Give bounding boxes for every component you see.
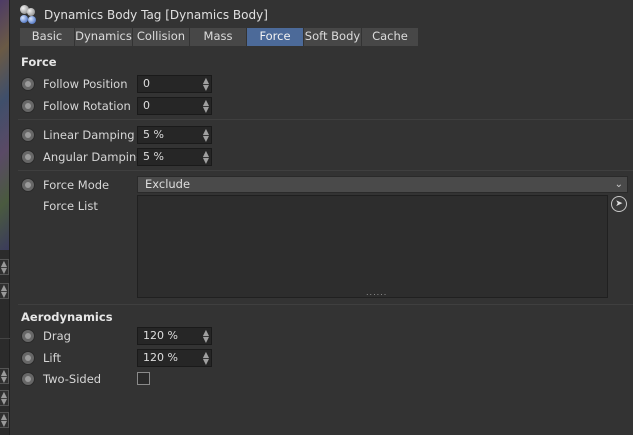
param-follow-rotation: Follow Rotation [21, 97, 136, 115]
param-label: Follow Rotation [43, 99, 131, 113]
param-follow-position: Follow Position [21, 75, 136, 93]
spinner-arrows-icon[interactable]: ▲ ▼ [0, 259, 9, 275]
tab-basic[interactable]: Basic [20, 28, 75, 46]
field-value: 120 % [143, 329, 178, 342]
spinner-arrows-icon[interactable]: ▲ ▼ [0, 283, 9, 299]
two-sided-checkbox[interactable] [137, 372, 150, 385]
param-label: Linear Damping [43, 128, 135, 142]
param-lift: Lift [21, 349, 136, 367]
divider [18, 119, 633, 120]
param-label: Follow Position [43, 77, 128, 91]
tab-collision[interactable]: Collision [133, 28, 190, 46]
param-drag: Drag [21, 327, 136, 345]
param-angular-damping: Angular Damping [21, 148, 144, 166]
divider [18, 170, 633, 171]
force-mode-dropdown[interactable]: Exclude ⌄ [137, 176, 628, 193]
tab-soft-body[interactable]: Soft Body [304, 28, 362, 46]
follow-position-field[interactable]: 0 ▲ ▼ [137, 75, 212, 93]
pick-object-icon[interactable]: ➤ [611, 196, 627, 212]
param-two-sided: Two-Sided [21, 370, 136, 388]
animate-radio-icon[interactable] [21, 99, 35, 113]
field-value: 0 [143, 77, 150, 90]
spinner-arrows-icon[interactable]: ▲ ▼ [202, 99, 210, 114]
animate-radio-icon[interactable] [21, 351, 35, 365]
param-label: Drag [43, 329, 71, 343]
spinner-arrows-icon[interactable]: ▲ ▼ [202, 329, 210, 344]
linear-damping-field[interactable]: 5 % ▲ ▼ [137, 126, 212, 144]
tag-header: Dynamics Body Tag [Dynamics Body] [18, 4, 268, 26]
animate-radio-icon[interactable] [21, 372, 35, 386]
force-list-box[interactable]: ...... [137, 195, 608, 298]
drag-field[interactable]: 120 % ▲ ▼ [137, 327, 212, 345]
field-value: 5 % [143, 150, 164, 163]
param-label: Lift [43, 351, 61, 365]
resize-grip[interactable]: ...... [366, 288, 387, 297]
param-label: Angular Damping [43, 150, 144, 164]
spinner-arrows-icon[interactable]: ▲ ▼ [202, 128, 210, 143]
lift-field[interactable]: 120 % ▲ ▼ [137, 349, 212, 367]
divider [0, 338, 10, 339]
angular-damping-field[interactable]: 5 % ▲ ▼ [137, 148, 212, 166]
spinner-arrows-icon[interactable]: ▲ ▼ [0, 390, 9, 406]
section-title-force: Force [21, 55, 57, 69]
spinner-arrows-icon[interactable]: ▲ ▼ [0, 412, 9, 428]
param-label: Force Mode [43, 178, 110, 192]
dropdown-value: Exclude [145, 177, 191, 191]
spinner-arrows-icon[interactable]: ▲ ▼ [202, 351, 210, 366]
viewport-sliver [0, 0, 9, 250]
left-panel-edge: ▲ ▼ ▲ ▼ ▲ ▼ ▲ ▼ ▲ ▼ [0, 0, 10, 435]
tab-mass[interactable]: Mass [190, 28, 247, 46]
param-force-list: Force List [43, 197, 136, 215]
field-value: 5 % [143, 128, 164, 141]
param-label: Two-Sided [43, 372, 102, 386]
spinner-arrows-icon[interactable]: ▲ ▼ [0, 368, 9, 384]
divider [18, 304, 633, 305]
section-title-aerodynamics: Aerodynamics [21, 310, 113, 324]
param-label: Force List [43, 199, 98, 213]
animate-radio-icon[interactable] [21, 77, 35, 91]
animate-radio-icon[interactable] [21, 128, 35, 142]
animate-radio-icon[interactable] [21, 178, 35, 192]
param-linear-damping: Linear Damping [21, 126, 136, 144]
tab-force[interactable]: Force [247, 28, 304, 46]
field-value: 120 % [143, 351, 178, 364]
dynamics-body-tag-icon [18, 5, 38, 25]
spinner-arrows-icon[interactable]: ▲ ▼ [202, 77, 210, 92]
tab-dynamics[interactable]: Dynamics [75, 28, 133, 46]
tab-bar: Basic Dynamics Collision Mass Force Soft… [20, 28, 419, 46]
tag-title: Dynamics Body Tag [Dynamics Body] [44, 8, 268, 22]
chevron-down-icon: ⌄ [614, 179, 623, 190]
animate-radio-icon[interactable] [21, 329, 35, 343]
spinner-arrows-icon[interactable]: ▲ ▼ [202, 150, 210, 165]
param-force-mode: Force Mode [21, 176, 136, 194]
field-value: 0 [143, 99, 150, 112]
follow-rotation-field[interactable]: 0 ▲ ▼ [137, 97, 212, 115]
animate-radio-icon[interactable] [21, 150, 35, 164]
tab-cache[interactable]: Cache [362, 28, 419, 46]
